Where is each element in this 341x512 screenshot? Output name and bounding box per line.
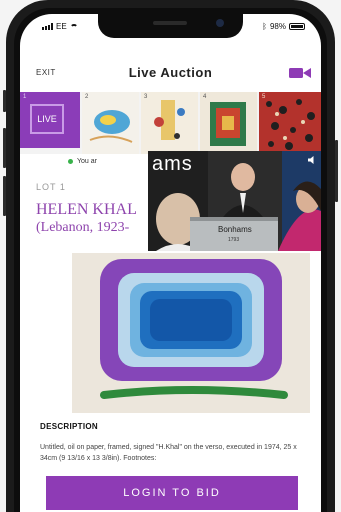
speaker-grille <box>153 21 187 25</box>
video-overlay-text: ams <box>152 153 193 175</box>
page-title: Live Auction <box>128 65 213 80</box>
login-to-bid-label: LOGIN TO BID <box>123 487 221 499</box>
artwork-thumbnail <box>259 92 321 154</box>
wifi-icon <box>69 23 78 30</box>
app-screen: EE ᛒ 98% EXIT Live Auction 1 LIVE 2 3 4 … <box>20 14 321 512</box>
live-tile: 1 LIVE <box>20 92 80 148</box>
artwork-thumbnail <box>200 92 257 154</box>
volume-down-button <box>3 176 6 216</box>
thumbnail-number: 4 <box>203 94 207 100</box>
thumbnail-lot-1[interactable]: 1 LIVE <box>20 92 80 154</box>
bluetooth-icon: ᛒ <box>262 22 267 31</box>
thumbnail-lot-2[interactable]: 2 <box>82 92 139 154</box>
carrier-label: EE <box>56 22 67 31</box>
lectern-brand-label: Bonhams <box>218 225 252 234</box>
lot-number: LOT 1 <box>36 182 66 192</box>
lectern-sub-label: 1793 <box>228 237 240 243</box>
artwork-thumbnail <box>141 92 198 154</box>
live-badge: LIVE <box>30 104 64 134</box>
phone-bezel: EE ᛒ 98% EXIT Live Auction 1 LIVE 2 3 4 … <box>14 8 327 512</box>
battery-percentage: 98% <box>269 22 286 31</box>
thumbnail-lot-4[interactable]: 4 <box>200 92 257 154</box>
live-indicator-dot <box>68 158 73 164</box>
notch <box>98 14 243 38</box>
login-to-bid-button[interactable]: LOGIN TO BID <box>46 476 298 510</box>
description-body: Untitled, oil on paper, framed, signed "… <box>40 444 297 462</box>
app-header: EXIT Live Auction <box>20 42 321 86</box>
lot-artwork-image <box>72 253 310 413</box>
live-label: LIVE <box>37 114 57 124</box>
thumbnail-number: 5 <box>262 94 266 100</box>
live-video-feed[interactable]: ams Bonhams 1793 <box>148 151 321 251</box>
battery-icon <box>289 23 305 30</box>
volume-up-button <box>3 128 6 168</box>
thumbnail-number: 2 <box>85 94 89 100</box>
power-button <box>335 140 338 202</box>
video-camera-icon[interactable] <box>289 67 311 79</box>
artwork-thumbnail <box>82 92 139 154</box>
thumbnail-number: 3 <box>144 94 148 100</box>
phone-frame: EE ᛒ 98% EXIT Live Auction 1 LIVE 2 3 4 … <box>3 0 338 512</box>
artist-name: HELEN KHAL <box>36 201 137 218</box>
description-heading: DESCRIPTION <box>40 422 98 431</box>
live-status-text: You ar <box>77 157 97 165</box>
signal-icon <box>42 23 53 30</box>
artist-origin: (Lebanon, 1923- <box>36 220 130 235</box>
speaker-icon[interactable] <box>307 155 317 165</box>
thumbnail-lot-3[interactable]: 3 <box>141 92 198 154</box>
mute-switch <box>3 90 6 112</box>
thumbnail-lot-5[interactable]: 5 <box>259 92 321 154</box>
live-status-notice: You ar <box>68 154 158 168</box>
lot-thumbnail-strip: 1 LIVE 2 3 4 5 <box>20 92 321 154</box>
front-camera <box>216 19 224 27</box>
artwork-painting <box>72 253 310 413</box>
thumbnail-number: 1 <box>23 94 27 100</box>
